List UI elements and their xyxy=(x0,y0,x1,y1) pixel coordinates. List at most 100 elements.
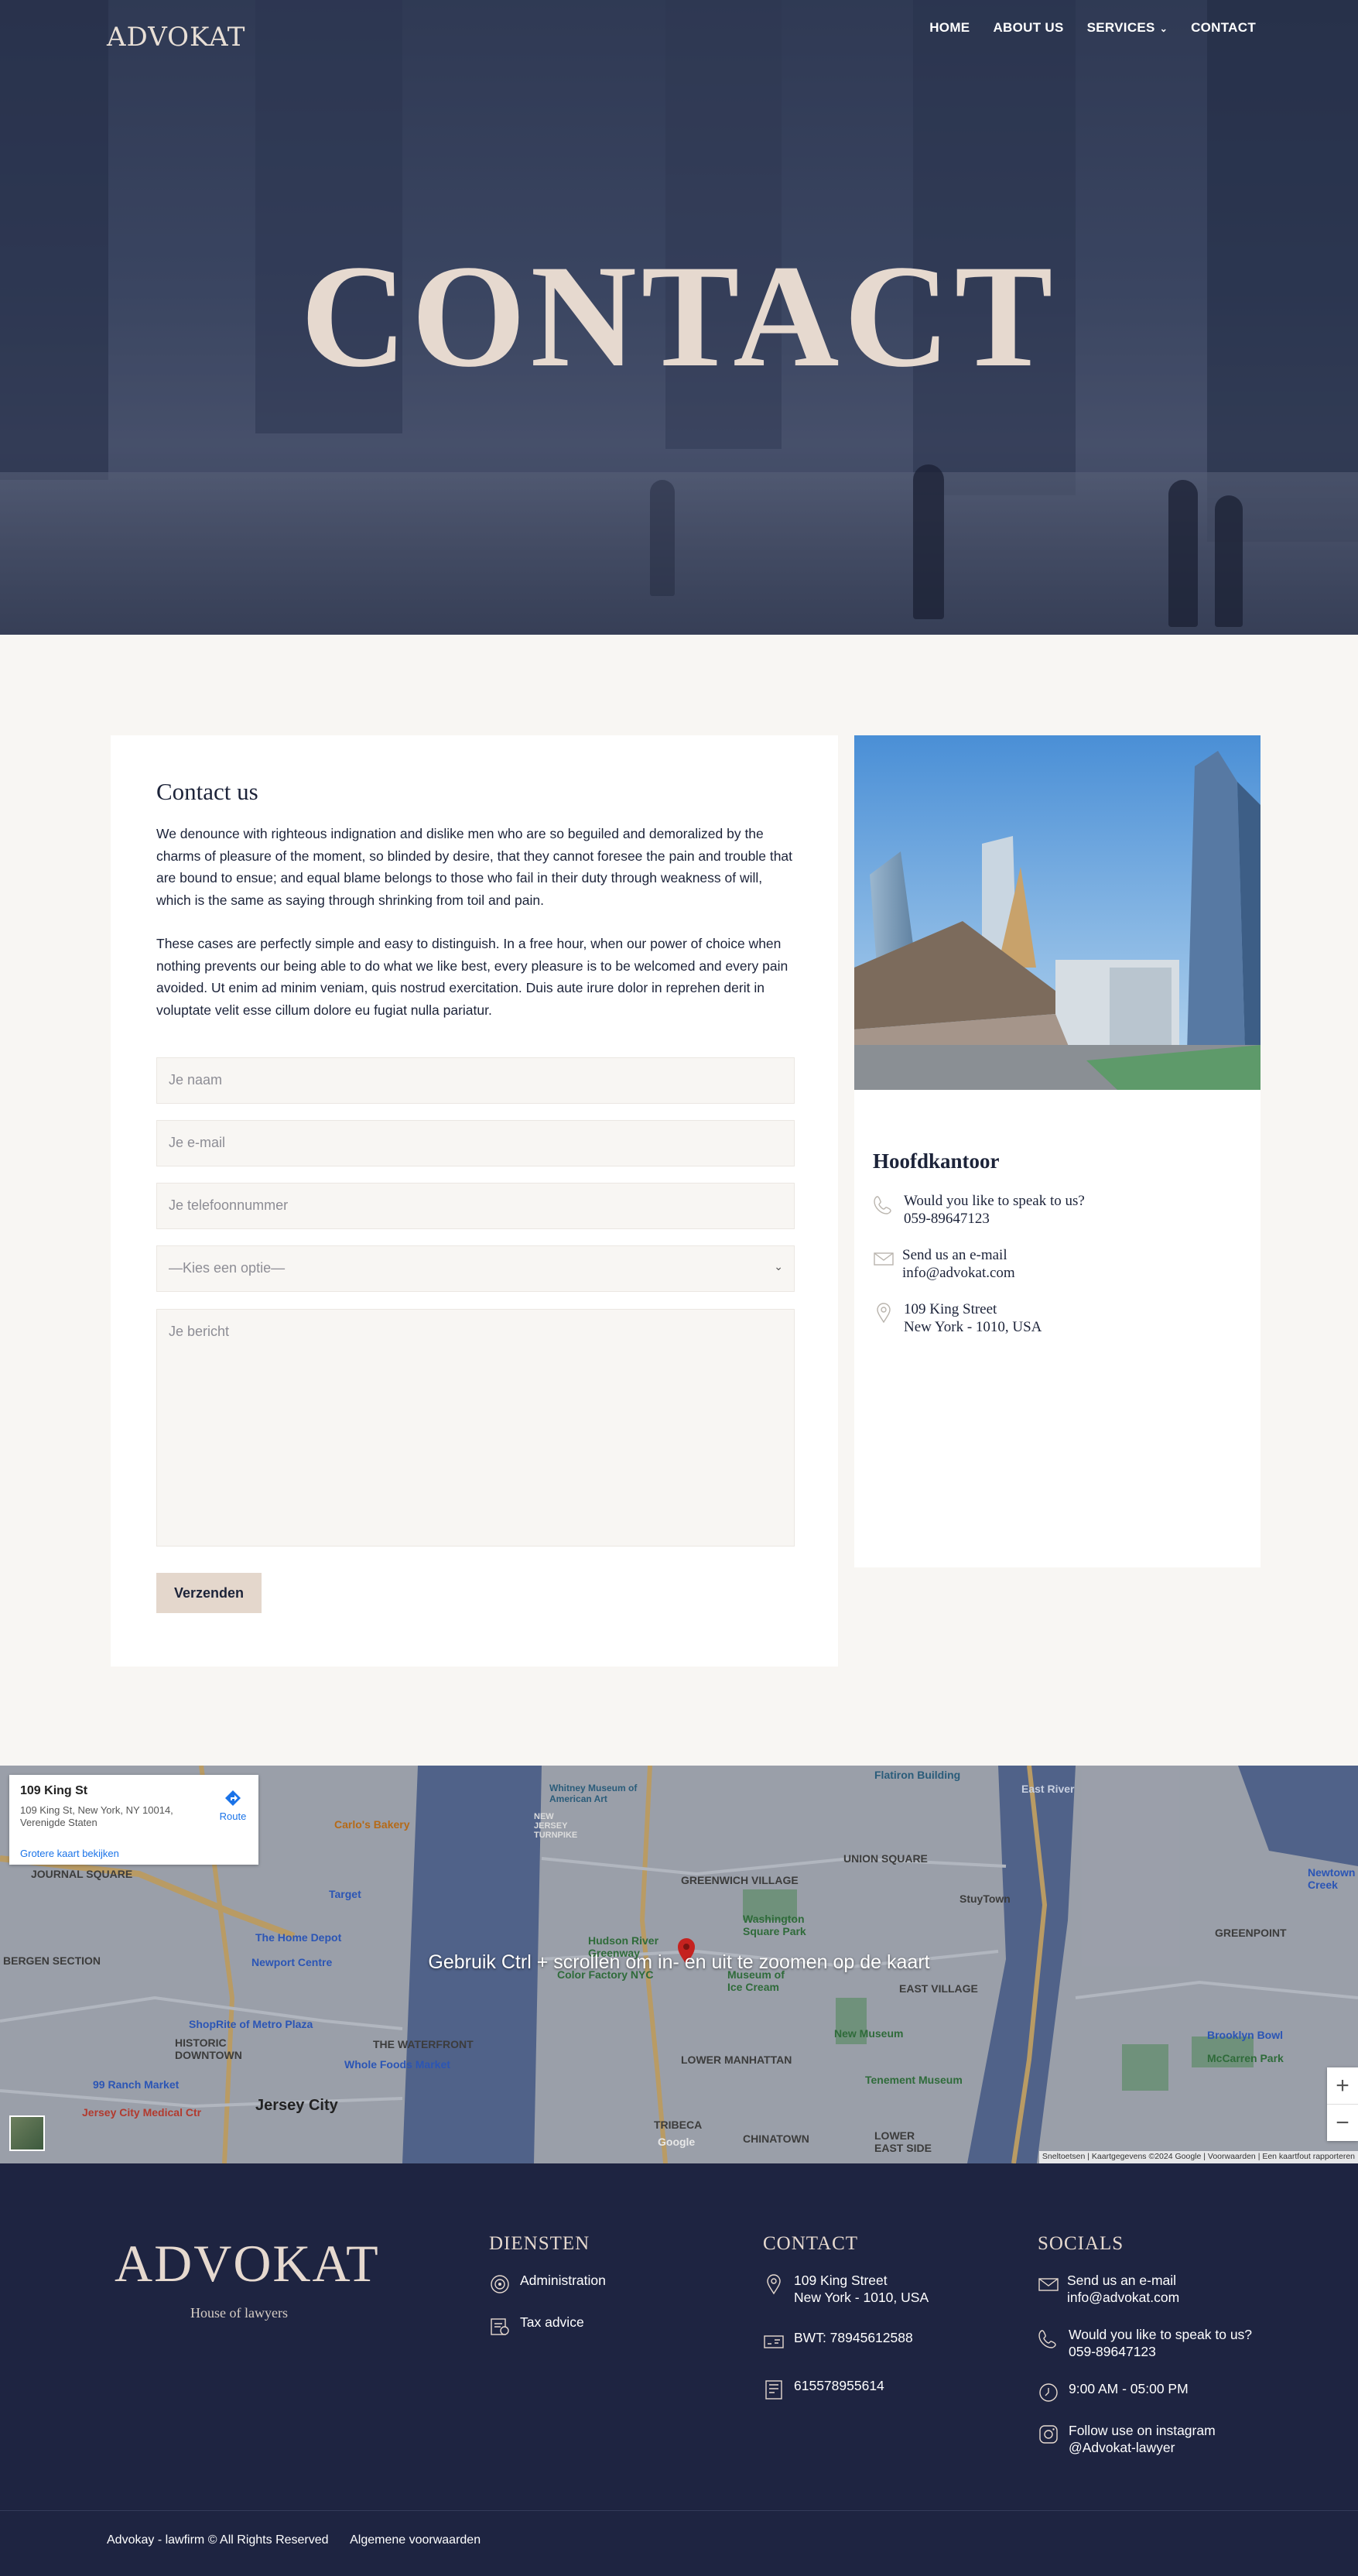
name-input[interactable]: Je naam xyxy=(156,1057,795,1104)
footer-service-label: Administration xyxy=(520,2273,606,2288)
map-label: StuyTown xyxy=(959,1893,1011,1905)
map-label: Whole Foods Market xyxy=(344,2058,450,2071)
footer-hours-text: 9:00 AM - 05:00 PM xyxy=(1069,2381,1189,2396)
larger-map-link[interactable]: Grotere kaart bekijken xyxy=(20,1848,119,1859)
footer-service-label: Tax advice xyxy=(520,2314,584,2330)
footer-bottom-bar: Advokay - lawfirm © All Rights Reserved … xyxy=(107,2533,499,2547)
footer-service-tax-advice[interactable]: Tax advice xyxy=(489,2314,584,2335)
office-city: New York - 1010, USA xyxy=(904,1319,1042,1335)
map-label: Whitney Museum of American Art xyxy=(549,1783,638,1804)
clock-icon xyxy=(1039,2383,1058,2402)
map-label: Jersey City xyxy=(255,2097,338,2114)
map-label: HISTORIC DOWNTOWN xyxy=(175,2036,242,2061)
map-place-title: 109 King St xyxy=(20,1784,88,1797)
footer-copyright: Advokay - lawfirm © All Rights Reserved xyxy=(107,2533,329,2547)
zoom-in-button[interactable]: + xyxy=(1327,2067,1358,2104)
map-label: 99 Ranch Market xyxy=(93,2078,180,2091)
footer-phone-label: Would you like to speak to us? xyxy=(1069,2327,1253,2342)
footer-city: New York - 1010, USA xyxy=(794,2290,929,2305)
contact-intro-paragraph: We denounce with righteous indignation a… xyxy=(156,826,793,908)
map-label: GREENPOINT xyxy=(1215,1927,1287,1939)
map-label: TRIBECA xyxy=(654,2119,703,2131)
google-map[interactable]: Flatiron Building Whitney Museum of Amer… xyxy=(0,1766,1358,2163)
route-label: Route xyxy=(219,1810,247,1822)
subject-select[interactable]: —Kies een optie— ⌄ xyxy=(156,1245,795,1292)
footer-divider xyxy=(0,2510,1358,2511)
mail-icon xyxy=(1038,2278,1059,2291)
office-email[interactable]: Send us an e-mail info@advokat.com xyxy=(873,1246,1244,1282)
footer-socials-title: SOCIALS xyxy=(1038,2233,1124,2254)
map-label: ShopRite of Metro Plaza xyxy=(189,2018,313,2030)
map-label: Carlo's Bakery xyxy=(334,1818,410,1831)
site-logo[interactable]: ADVOKAT xyxy=(107,22,245,53)
office-phone[interactable]: Would you like to speak to us? 059-896471… xyxy=(873,1192,1244,1228)
map-label: LOWER MANHATTAN xyxy=(681,2054,792,2066)
map-label: NEW JERSEY TURNPIKE xyxy=(534,1812,578,1840)
route-button[interactable]: Route xyxy=(214,1789,252,1822)
footer-btw: BWT: 78945612588 xyxy=(763,2329,913,2348)
contact-intro-paragraph: These cases are perfectly simple and eas… xyxy=(156,936,788,1018)
nav-contact[interactable]: CONTACT xyxy=(1191,20,1256,36)
map-label: Brooklyn Bowl xyxy=(1207,2029,1284,2041)
map-attribution[interactable]: Sneltoetsen | Kaartgegevens ©2024 Google… xyxy=(1038,2151,1358,2163)
site-footer: ADVOKAT House of lawyers DIENSTEN Admini… xyxy=(0,2163,1358,2576)
footer-phone[interactable]: Would you like to speak to us? 059-896471… xyxy=(1038,2326,1252,2360)
main-nav: HOME ABOUT US SERVICES ⌄ CONTACT xyxy=(929,20,1256,36)
nav-about-us[interactable]: ABOUT US xyxy=(993,20,1063,36)
nav-home[interactable]: HOME xyxy=(929,20,970,36)
footer-tagline: House of lawyers xyxy=(190,2305,288,2321)
map-label: Jersey City Medical Ctr xyxy=(82,2106,202,2119)
directions-icon xyxy=(225,1790,241,1806)
footer-kvk-number: 615578955614 xyxy=(794,2378,884,2393)
map-zoom-controls: + − xyxy=(1327,2067,1358,2141)
map-label: EAST VILLAGE xyxy=(899,1982,978,1995)
footer-hours: 9:00 AM - 05:00 PM xyxy=(1038,2380,1189,2402)
office-phone-number: 059-89647123 xyxy=(904,1211,990,1227)
tax-document-icon xyxy=(491,2318,509,2335)
mail-icon xyxy=(874,1252,894,1266)
footer-service-administration[interactable]: Administration xyxy=(489,2272,606,2293)
location-pin-icon xyxy=(877,1303,891,1324)
footer-logo[interactable]: ADVOKAT xyxy=(115,2233,380,2294)
map-label: McCarren Park xyxy=(1207,2052,1284,2064)
contact-form-card: Contact us We denounce with righteous in… xyxy=(111,735,838,1667)
map-type-toggle[interactable] xyxy=(9,2115,45,2151)
map-label: Newtown Creek xyxy=(1308,1866,1356,1891)
footer-instagram-handle: @Advokat-lawyer xyxy=(1069,2440,1175,2455)
building-register-icon xyxy=(765,2380,782,2400)
footer-phone-number: 059-89647123 xyxy=(1069,2344,1156,2359)
subject-select-value: —Kies een optie— xyxy=(169,1260,286,1276)
footer-instagram[interactable]: Follow use on instagram @Advokat-lawyer xyxy=(1038,2422,1216,2456)
map-label: JOURNAL SQUARE xyxy=(31,1868,133,1880)
submit-button[interactable]: Verzenden xyxy=(156,1573,262,1613)
footer-terms-link[interactable]: Algemene voorwaarden xyxy=(350,2533,481,2547)
map-label: Target xyxy=(329,1888,361,1900)
footer-email[interactable]: Send us an e-mail info@advokat.com xyxy=(1038,2272,1179,2306)
location-pin-icon xyxy=(767,2274,781,2295)
office-building-illustration xyxy=(854,735,1261,1090)
email-input[interactable]: Je e-mail xyxy=(156,1120,795,1166)
google-logo: Google xyxy=(658,2136,696,2148)
footer-services-title: DIENSTEN xyxy=(489,2233,590,2254)
zoom-out-button[interactable]: − xyxy=(1327,2105,1358,2141)
footer-contact-title: CONTACT xyxy=(763,2233,859,2254)
nav-services[interactable]: SERVICES ⌄ xyxy=(1087,20,1168,36)
footer-email-address: info@advokat.com xyxy=(1067,2290,1180,2305)
office-address: 109 King Street New York - 1010, USA xyxy=(873,1300,1244,1336)
map-scroll-hint: Gebruik Ctrl + scrollen om in- en uit te… xyxy=(428,1951,930,1973)
contact-heading: Contact us xyxy=(156,778,258,805)
footer-kvk: 615578955614 xyxy=(763,2377,884,2400)
map-label: The Home Depot xyxy=(255,1931,342,1944)
instagram-icon xyxy=(1039,2425,1058,2444)
map-label: UNION SQUARE xyxy=(843,1852,928,1865)
map-label: GREENWICH VILLAGE xyxy=(681,1874,799,1886)
message-textarea[interactable]: Je bericht xyxy=(156,1309,795,1547)
map-label: Flatiron Building xyxy=(874,1769,961,1781)
office-title: Hoofdkantoor xyxy=(873,1149,1000,1173)
hero-banner: ADVOKAT HOME ABOUT US SERVICES ⌄ CONTACT … xyxy=(0,0,1358,635)
chevron-down-icon: ⌄ xyxy=(1159,23,1168,34)
phone-input[interactable]: Je telefoonnummer xyxy=(156,1183,795,1229)
nav-services-label: SERVICES xyxy=(1086,20,1155,35)
target-icon xyxy=(491,2275,509,2293)
footer-address: 109 King Street New York - 1010, USA xyxy=(763,2272,929,2306)
